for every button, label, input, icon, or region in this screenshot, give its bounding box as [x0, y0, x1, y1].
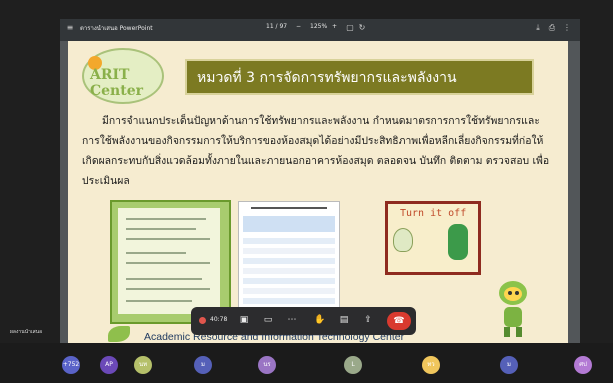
- zoom-out-button[interactable]: −: [296, 23, 301, 30]
- camera-off-icon[interactable]: ▣: [237, 315, 251, 325]
- turn-it-off-poster: Turn it off: [385, 201, 481, 275]
- robot-mascot-icon: [499, 281, 527, 337]
- pdf-filename: ตารางนำเสนอ PowerPoint: [80, 25, 153, 32]
- participant-avatar[interactable]: ทว: [422, 356, 440, 374]
- print-icon[interactable]: ⎙: [548, 24, 556, 32]
- fit-page-icon[interactable]: ▢: [346, 24, 354, 32]
- raise-hand-icon[interactable]: ✋: [313, 315, 327, 325]
- participant-avatar[interactable]: ม: [500, 356, 518, 374]
- download-icon[interactable]: ⤓: [534, 24, 542, 32]
- more-options-icon[interactable]: ⋮: [563, 24, 571, 32]
- participant-avatar[interactable]: L: [344, 356, 362, 374]
- share-screen-icon[interactable]: ⇪: [361, 315, 375, 325]
- end-call-button[interactable]: ☎: [387, 312, 411, 330]
- participant-avatar[interactable]: ศป: [574, 356, 592, 374]
- participants-strip: [0, 343, 613, 383]
- arit-logo: ARIT Center: [82, 48, 164, 104]
- meeting-control-bar: 40:78 ▣ ▭ ⋯ ✋ ▤ ⇪ ☎: [191, 307, 416, 335]
- leaf-logo-icon: [108, 326, 130, 342]
- slide-title: หมวดที่ 3 การจัดการทรัพยากรและพลังงาน: [197, 70, 457, 86]
- logo-text: ARIT Center: [90, 67, 143, 99]
- participant-avatar[interactable]: ม: [194, 356, 212, 374]
- more-options-icon[interactable]: ⋯: [285, 315, 299, 325]
- plug-mascot-icon: [448, 224, 468, 260]
- slide-body: มีการจำแนกประเด็นปัญหาด้านการใช้ทรัพยากร…: [82, 111, 557, 191]
- zoom-in-button[interactable]: +: [332, 23, 337, 30]
- slide-body-text: มีการจำแนกประเด็นปัญหาด้านการใช้ทรัพยากร…: [82, 115, 550, 187]
- recording-icon: [199, 317, 206, 324]
- green-library-poster-image: [110, 200, 231, 324]
- chat-icon[interactable]: ▤: [337, 315, 351, 325]
- menu-icon[interactable]: ≡: [66, 24, 74, 32]
- pdf-toolbar: ≡ ตารางนำเสนอ PowerPoint 11 / 97 − 125% …: [60, 19, 580, 41]
- zoom-level[interactable]: 125%: [310, 23, 327, 30]
- participant-avatar[interactable]: +752: [62, 356, 80, 374]
- slide-title-banner: หมวดที่ 3 การจัดการทรัพยากรและพลังงาน: [185, 59, 534, 95]
- captions-icon[interactable]: ▭: [261, 315, 275, 325]
- lightbulb-icon: [393, 228, 413, 252]
- participant-avatar[interactable]: นท: [134, 356, 152, 374]
- turnoff-title: Turn it off: [400, 208, 467, 219]
- participant-avatar[interactable]: นร: [258, 356, 276, 374]
- pdf-page: ARIT Center หมวดที่ 3 การจัดการทรัพยากรแ…: [68, 41, 568, 346]
- participant-avatar[interactable]: AP: [100, 356, 118, 374]
- page-indicator[interactable]: 11 / 97: [266, 23, 287, 30]
- recording-time: 40:78: [210, 316, 228, 323]
- table-header: [243, 216, 335, 232]
- presenter-label: ผลงานนำเสนอ: [10, 329, 43, 335]
- rotate-icon[interactable]: ↻: [358, 24, 366, 32]
